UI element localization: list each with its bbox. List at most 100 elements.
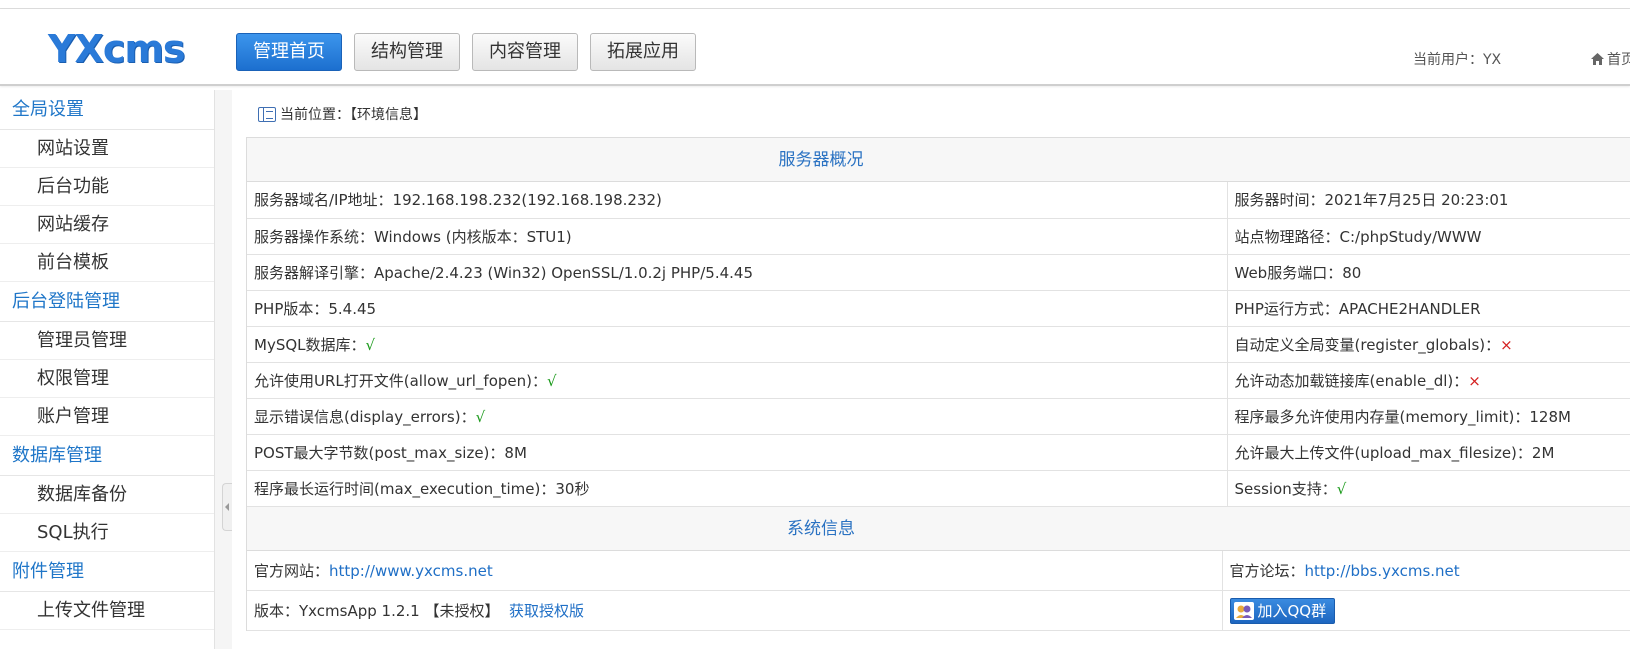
official-site-link[interactable]: http://www.yxcms.net [329, 562, 493, 580]
home-link[interactable]: 首页 [1590, 49, 1630, 69]
info-cell: POST最大字节数(post_max_size)：8M [247, 434, 1228, 471]
info-label: 服务器解译引擎： [254, 263, 375, 282]
info-value: × [1500, 335, 1513, 354]
info-cell: Session支持：√ [1227, 470, 1630, 507]
info-value: 2021年7月25日 20:23:01 [1324, 191, 1509, 210]
info-value: 128M [1529, 407, 1571, 426]
table-row: 服务器解译引擎：Apache/2.4.23 (Win32) OpenSSL/1.… [247, 254, 1630, 291]
system-info-table: 官方网站：http://www.yxcms.net 官方论坛：http://bb… [247, 550, 1630, 631]
nav-home-button[interactable]: 管理首页 [236, 33, 342, 71]
breadcrumb: 当前位置：【环境信息】 [258, 104, 427, 124]
official-site-cell: 官方网站：http://www.yxcms.net [247, 550, 1223, 591]
info-value: 30秒 [555, 479, 590, 498]
sidebar-item-upload-files[interactable]: 上传文件管理 [0, 592, 214, 630]
info-value: Apache/2.4.23 (Win32) OpenSSL/1.0.2j PHP… [374, 263, 753, 282]
sidebar-item-sql-execute[interactable]: SQL执行 [0, 514, 214, 552]
info-value: √ [547, 371, 557, 390]
info-cell: 允许使用URL打开文件(allow_url_fopen)：√ [247, 362, 1228, 399]
sidebar-item-site-cache[interactable]: 网站缓存 [0, 206, 214, 244]
sidebar-item-database-backup[interactable]: 数据库备份 [0, 476, 214, 514]
info-label: 服务器域名/IP地址： [254, 191, 393, 210]
table-row: 服务器域名/IP地址：192.168.198.232(192.168.198.2… [247, 182, 1630, 219]
sidebar-group-login[interactable]: 后台登陆管理 [0, 282, 214, 322]
info-value: √ [365, 335, 376, 354]
nav-extension-button[interactable]: 拓展应用 [590, 33, 696, 71]
info-cell: 程序最长运行时间(max_execution_time)：30秒 [247, 470, 1228, 507]
info-value: C:/phpStudy/WWW [1339, 227, 1482, 246]
info-cell: PHP运行方式：APACHE2HANDLER [1227, 290, 1630, 327]
info-label: PHP版本： [254, 299, 329, 318]
table-row: MySQL数据库：√ 自动定义全局变量(register_globals)：× [247, 326, 1630, 363]
qq-group-icon [1233, 601, 1254, 620]
breadcrumb-text: 当前位置：【环境信息】 [280, 107, 427, 123]
get-license-link[interactable]: 获取授权版 [509, 602, 584, 620]
info-cell: 自动定义全局变量(register_globals)：× [1227, 326, 1630, 363]
table-row: 官方网站：http://www.yxcms.net 官方论坛：http://bb… [247, 550, 1630, 591]
info-cell: 服务器解译引擎：Apache/2.4.23 (Win32) OpenSSL/1.… [247, 254, 1228, 291]
info-label: 服务器时间： [1234, 191, 1325, 210]
sidebar-divider [214, 90, 232, 649]
table-row: 允许使用URL打开文件(allow_url_fopen)：√ 允许动态加载链接库(… [247, 362, 1630, 399]
info-cell: 允许动态加载链接库(enable_dl)：× [1227, 362, 1630, 399]
info-cell: 服务器域名/IP地址：192.168.198.232(192.168.198.2… [247, 182, 1228, 219]
join-qq-group-button[interactable]: 加入QQ群 [1229, 597, 1336, 624]
nav-structure-button[interactable]: 结构管理 [354, 33, 460, 71]
sidebar-item-admin-management[interactable]: 管理员管理 [0, 322, 214, 360]
info-label: 程序最多允许使用内存量(memory_limit)： [1234, 407, 1530, 426]
table-row: 服务器操作系统：Windows (内核版本：STU1) 站点物理路径：C:/php… [247, 218, 1630, 255]
info-label: 服务器操作系统： [254, 227, 375, 246]
info-value: 8M [504, 443, 527, 462]
info-value: 2M [1531, 443, 1555, 462]
info-label: 允许最大上传文件(upload_max_filesize)： [1234, 443, 1532, 462]
table-row: POST最大字节数(post_max_size)：8M 允许最大上传文件(uplo… [247, 434, 1630, 471]
info-label: 程序最长运行时间(max_execution_time)： [254, 479, 556, 498]
version-label: 版本： [254, 602, 300, 620]
info-value: × [1468, 371, 1481, 390]
sidebar-group-database[interactable]: 数据库管理 [0, 436, 214, 476]
sidebar-item-backend-features[interactable]: 后台功能 [0, 168, 214, 206]
info-label: 允许动态加载链接库(enable_dl)： [1234, 371, 1469, 390]
sidebar: 全局设置 网站设置 后台功能 网站缓存 前台模板 后台登陆管理 管理员管理 权限… [0, 90, 214, 649]
info-value: Windows (内核版本：STU1) [374, 227, 572, 246]
info-label: Web服务端口： [1234, 263, 1343, 282]
info-value: √ [475, 407, 486, 426]
info-label: 自动定义全局变量(register_globals)： [1234, 335, 1501, 354]
server-info-table: 服务器域名/IP地址：192.168.198.232(192.168.198.2… [247, 182, 1630, 507]
table-row: 程序最长运行时间(max_execution_time)：30秒 Session支… [247, 470, 1630, 507]
info-cell: 程序最多允许使用内存量(memory_limit)：128M [1227, 398, 1630, 435]
join-qq-group-label: 加入QQ群 [1257, 602, 1327, 620]
info-cell: 站点物理路径：C:/phpStudy/WWW [1227, 218, 1630, 255]
sidebar-item-permission-management[interactable]: 权限管理 [0, 360, 214, 398]
info-value: APACHE2HANDLER [1338, 299, 1481, 318]
info-label: POST最大字节数(post_max_size)： [254, 443, 505, 462]
info-label: 允许使用URL打开文件(allow_url_fopen)： [254, 371, 547, 390]
sidebar-group-global[interactable]: 全局设置 [0, 90, 214, 130]
forum-link[interactable]: http://bbs.yxcms.net [1305, 562, 1460, 580]
sidebar-item-frontend-template[interactable]: 前台模板 [0, 244, 214, 282]
info-value: 192.168.198.232(192.168.198.232) [392, 191, 662, 210]
current-user: 当前用户：YX [1413, 52, 1502, 68]
info-label: 显示错误信息(display_errors)： [254, 407, 476, 426]
home-icon [1590, 52, 1605, 66]
version-value: YxcmsApp 1.2.1 【未授权】 [299, 602, 500, 620]
info-label: PHP运行方式： [1234, 299, 1339, 318]
qq-cell: 加入QQ群 [1222, 590, 1630, 631]
table-row: 显示错误信息(display_errors)：√ 程序最多允许使用内存量(memo… [247, 398, 1630, 435]
info-cell: Web服务端口：80 [1227, 254, 1630, 291]
version-cell: 版本：YxcmsApp 1.2.1 【未授权】 获取授权版 [247, 590, 1223, 631]
sidebar-group-attachments[interactable]: 附件管理 [0, 552, 214, 592]
info-label: MySQL数据库： [254, 335, 366, 354]
system-info-heading: 系统信息 [247, 506, 1630, 551]
sidebar-collapse-handle[interactable] [222, 483, 232, 531]
server-overview-heading: 服务器概况 [247, 138, 1630, 182]
sidebar-item-site-settings[interactable]: 网站设置 [0, 130, 214, 168]
location-icon [258, 106, 276, 122]
nav-content-button[interactable]: 内容管理 [472, 33, 578, 71]
sidebar-item-account-management[interactable]: 账户管理 [0, 398, 214, 436]
info-value: 80 [1342, 263, 1362, 282]
table-row: 版本：YxcmsApp 1.2.1 【未授权】 获取授权版 加入QQ群 [247, 590, 1630, 631]
header: YXcms 管理首页 结构管理 内容管理 拓展应用 当前用户：YX 首页 [0, 9, 1630, 86]
info-cell: PHP版本：5.4.45 [247, 290, 1228, 327]
info-value: √ [1336, 479, 1347, 498]
info-cell: 服务器时间：2021年7月25日 20:23:01 [1227, 182, 1630, 219]
